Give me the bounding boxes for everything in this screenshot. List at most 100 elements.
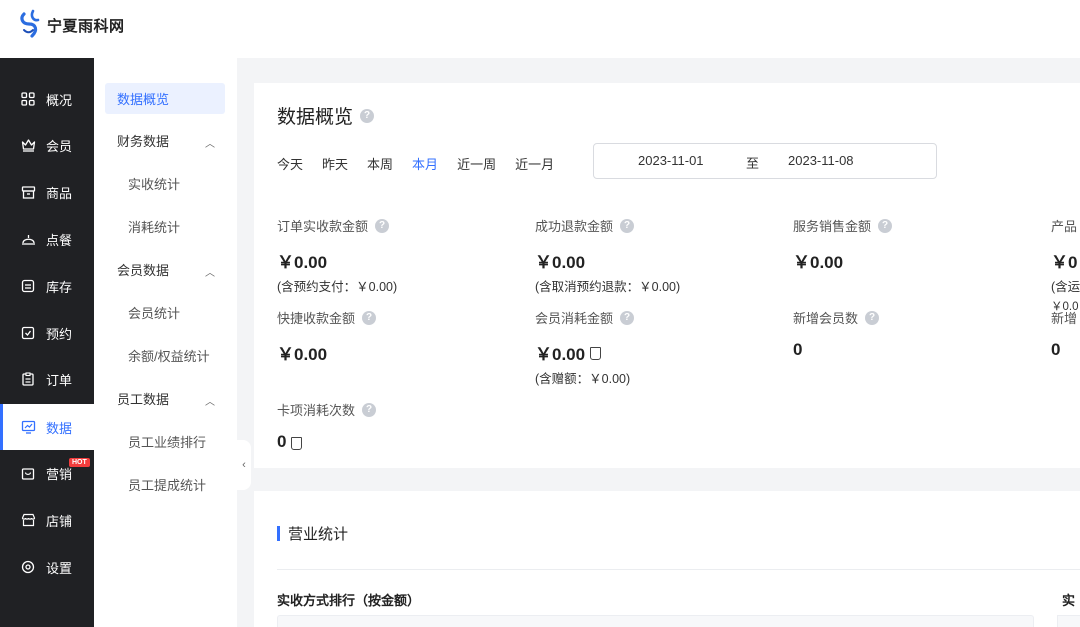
page-title-text: 数据概览	[277, 107, 354, 128]
brand-name: 宁夏雨科网	[47, 16, 125, 35]
stat-value: ￥0	[1051, 253, 1078, 272]
stat-card-usage: 卡项消耗次数? 0	[277, 400, 377, 452]
sidebar-item-booking[interactable]: 预约	[0, 312, 94, 354]
stat-value: ￥0.00	[535, 253, 586, 272]
subnav-received-stats[interactable]: 实收统计	[105, 168, 225, 199]
stat-order-received: 订单实收款金额? ￥0.00 (含预约支付：￥0.00)	[277, 216, 397, 295]
stat-value: ￥0.00	[535, 345, 586, 364]
help-icon[interactable]: ?	[360, 108, 375, 123]
sidebar-item-marketing[interactable]: 营销 HOT	[0, 452, 94, 494]
sidebar-item-member[interactable]: 会员	[0, 124, 94, 166]
subnav-group-label: 会员数据	[117, 263, 170, 278]
date-start[interactable]: 2023-11-01	[638, 153, 704, 168]
data-subnav: 数据概览 财务数据 ︿ 实收统计 消耗统计 会员数据 ︿ 会员统计 余额/权益统…	[94, 58, 237, 627]
range-last-week[interactable]: 近一周	[457, 154, 496, 173]
help-icon[interactable]: ?	[865, 310, 880, 325]
sidebar-item-label: 店铺	[46, 513, 73, 529]
stat-value: ￥0.00	[277, 253, 328, 272]
stat-value: 0	[1051, 340, 1061, 359]
help-icon[interactable]: ?	[362, 402, 377, 417]
stat-sub: (含取消预约退款：￥0.00)	[535, 280, 681, 294]
subnav-overview[interactable]: 数据概览	[105, 83, 225, 114]
subnav-staff-group[interactable]: 员工数据 ︿	[105, 383, 225, 414]
logo-icon	[20, 9, 40, 38]
help-icon[interactable]: ?	[620, 218, 635, 233]
stat-sub: (含运	[1051, 280, 1080, 294]
chevron-left-icon: ‹	[242, 459, 246, 471]
subnav-consumption-stats[interactable]: 消耗统计	[105, 211, 225, 242]
subnav-staff-commission[interactable]: 员工提成统计	[105, 469, 225, 500]
range-today[interactable]: 今天	[277, 154, 303, 173]
date-range-tabs: 今天 昨天 本周 本月 近一周 近一月	[277, 154, 573, 173]
chevron-up-icon: ︿	[205, 397, 215, 408]
gear-icon	[20, 559, 36, 575]
subnav-member-stats[interactable]: 会员统计	[105, 297, 225, 328]
subnav-member-group[interactable]: 会员数据 ︿	[105, 254, 225, 285]
monitor-chart-icon	[20, 419, 36, 435]
stat-label: 服务销售金额	[793, 219, 872, 234]
page-title: 数据概览 ?	[277, 102, 375, 129]
subnav-group-label: 员工数据	[117, 392, 170, 407]
stat-label: 产品	[1051, 219, 1078, 234]
range-yesterday[interactable]: 昨天	[322, 154, 348, 173]
sidebar-item-goods[interactable]: 商品	[0, 171, 94, 213]
range-this-month[interactable]: 本月	[412, 154, 438, 173]
date-end[interactable]: 2023-11-08	[788, 153, 854, 168]
crown-icon	[20, 137, 36, 153]
stat-label: 新增会员数	[793, 311, 859, 326]
sidebar-item-label: 会员	[46, 138, 73, 154]
sidebar-item-label: 预约	[46, 326, 73, 342]
section-title: 营业统计	[277, 523, 348, 544]
sidebar-item-settings[interactable]: 设置	[0, 546, 94, 588]
sidebar-item-orders[interactable]: 订单	[0, 358, 94, 400]
sidebar-item-data[interactable]: 数据	[0, 404, 94, 450]
sidebar-item-label: 订单	[46, 372, 73, 388]
secondary-rank-title: 实	[1062, 593, 1076, 608]
subnav-balance-stats[interactable]: 余额/权益统计	[105, 340, 225, 371]
stat-new-partial: 新增 0	[1051, 308, 1077, 360]
subnav-finance-group[interactable]: 财务数据 ︿	[105, 125, 225, 156]
sidebar-item-store[interactable]: 店铺	[0, 499, 94, 541]
divider	[277, 569, 1080, 570]
range-this-week[interactable]: 本周	[367, 154, 393, 173]
collapse-subnav-button[interactable]: ‹	[237, 440, 251, 490]
brand-logo[interactable]: 宁夏雨科网	[18, 8, 125, 42]
stat-refund: 成功退款金额? ￥0.00 (含取消预约退款：￥0.00)	[535, 216, 680, 295]
help-icon[interactable]: ?	[620, 310, 635, 325]
range-last-month[interactable]: 近一月	[515, 154, 554, 173]
stat-value: 0	[277, 432, 287, 451]
stat-new-members: 新增会员数? 0	[793, 308, 880, 360]
top-bar: 宁夏雨科网	[0, 0, 1080, 58]
sidebar-item-order-food[interactable]: 点餐	[0, 218, 94, 260]
sidebar-item-inventory[interactable]: 库存	[0, 265, 94, 307]
help-icon[interactable]: ?	[362, 310, 377, 325]
sidebar-item-overview[interactable]: 概况	[0, 78, 94, 120]
sidebar-item-label: 设置	[46, 560, 73, 576]
section-accent-bar	[277, 526, 280, 541]
chevron-up-icon: ︿	[205, 268, 215, 279]
overview-card: 数据概览 ? 今天 昨天 本周 本月 近一周 近一月 2023-11-01 至 …	[254, 83, 1080, 468]
stat-label: 新增	[1051, 311, 1078, 326]
calendar-check-icon	[20, 325, 36, 341]
date-range-picker[interactable]: 2023-11-01 至 2023-11-08	[593, 143, 937, 179]
stat-member-consumption: 会员消耗金额? ￥0.00 (含赠额：￥0.00)	[535, 308, 635, 387]
subnav-staff-ranking[interactable]: 员工业绩排行	[105, 426, 225, 457]
stat-sub: (含预约支付：￥0.00)	[277, 280, 398, 294]
store-icon	[20, 512, 36, 528]
date-separator: 至	[746, 156, 760, 171]
payment-rank-panel	[277, 615, 1034, 627]
stat-label: 成功退款金额	[535, 219, 614, 234]
stat-quick-pay: 快捷收款金额? ￥0.00	[277, 308, 377, 365]
help-icon[interactable]: ?	[878, 218, 893, 233]
detail-icon[interactable]	[291, 436, 303, 450]
stat-value: ￥0.00	[277, 345, 328, 364]
shop-bag-icon	[20, 465, 36, 481]
cloche-icon	[20, 231, 36, 247]
help-icon[interactable]: ?	[375, 218, 390, 233]
section-title-text: 营业统计	[288, 526, 349, 543]
sidebar-item-label: 营销	[46, 466, 73, 482]
chevron-up-icon: ︿	[205, 139, 215, 150]
stat-value: ￥0.00	[793, 253, 844, 272]
stat-label: 会员消耗金额	[535, 311, 614, 326]
detail-icon[interactable]	[590, 347, 602, 360]
